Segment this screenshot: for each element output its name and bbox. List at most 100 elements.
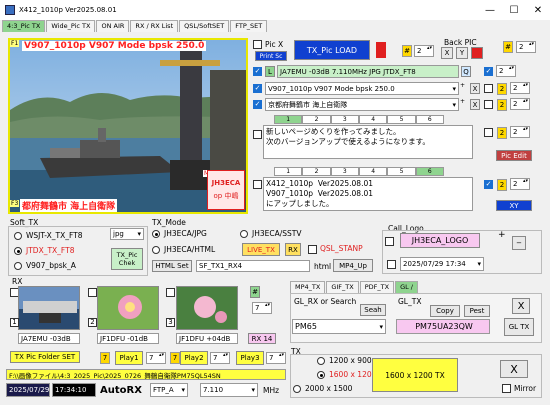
play1-spinner[interactable]: 7 xyxy=(146,352,166,364)
rx-thumb-3[interactable] xyxy=(176,286,238,330)
copy-button[interactable]: Copy xyxy=(430,305,460,317)
memo1-check-right[interactable] xyxy=(484,128,493,137)
tx-mode-radio-html[interactable] xyxy=(152,246,160,254)
tx-size-display-button[interactable]: 1600 x 1200 TX xyxy=(372,358,458,392)
line3-check-right[interactable] xyxy=(484,100,493,109)
rx-hash-button[interactable]: # xyxy=(250,286,260,298)
tx-pic-load-button[interactable]: TX_Pic LOAD xyxy=(294,40,370,60)
minimize-button[interactable]: — xyxy=(478,0,502,20)
memo1-textarea[interactable]: 新しいページめくりを作ってみました。 次のバージョンアップで使えるようになります… xyxy=(263,125,473,159)
rx14-button[interactable]: RX 14 xyxy=(248,333,276,344)
line2-x-button[interactable]: X xyxy=(470,83,480,94)
line3-select[interactable]: 京都府舞鶴市 海上自衛隊 xyxy=(265,98,459,111)
gl-tx-field[interactable]: PM75UA23QW xyxy=(396,319,490,334)
tab-ftp-set[interactable]: FTP_SET xyxy=(230,20,268,32)
maximize-button[interactable]: ☐ xyxy=(502,0,526,20)
play3-button[interactable]: Play3 xyxy=(236,351,264,365)
back-pic-spinner[interactable]: 2 xyxy=(414,45,434,57)
gl-rx-select[interactable]: PM65 xyxy=(292,319,386,334)
size-radio-1600[interactable] xyxy=(317,371,325,379)
line2-checkbox[interactable]: ✓ xyxy=(253,84,262,93)
rx-mode-button[interactable]: RX xyxy=(285,243,301,256)
back-pic-r-button[interactable]: R xyxy=(471,47,483,59)
line1-checkbox[interactable]: ✓ xyxy=(253,67,262,76)
line3-x-button[interactable]: X xyxy=(470,99,480,110)
line2-check-right[interactable] xyxy=(484,84,493,93)
html-file-input[interactable]: SF_TX1_RX4 xyxy=(196,260,310,272)
line2-spinner[interactable]: 2 xyxy=(510,82,530,94)
print-sc-button[interactable]: Print Sc xyxy=(255,51,287,61)
line1-check-right[interactable]: ✓ xyxy=(484,67,493,76)
mirror-checkbox[interactable] xyxy=(502,384,511,393)
memo1-checkbox[interactable] xyxy=(253,130,262,139)
pic-x-checkbox[interactable] xyxy=(253,40,262,49)
memo1-page-1[interactable]: 1 xyxy=(274,115,303,124)
memo2-page-4[interactable]: 4 xyxy=(358,167,388,176)
tx-pic-folder-set-button[interactable]: TX Pic Folder SET xyxy=(10,351,80,363)
line1-q-button[interactable]: Q xyxy=(461,66,471,77)
rx-thumb-1[interactable] xyxy=(18,286,80,330)
memo1-page-4[interactable]: 4 xyxy=(358,115,388,124)
html-set-button[interactable]: HTML Set xyxy=(152,260,192,272)
back-pic-y-button[interactable]: Y xyxy=(456,47,468,59)
call-logo-checkbox[interactable] xyxy=(385,237,394,246)
rx3-checkbox[interactable] xyxy=(166,288,175,297)
tab-gl[interactable]: GL / xyxy=(395,281,418,293)
tx-mode-radio-sstv[interactable] xyxy=(240,230,248,238)
tab-pdf-tx[interactable]: PDF_TX xyxy=(359,281,395,293)
tab-gif-tx[interactable]: GIF_TX xyxy=(326,281,359,293)
format-select[interactable]: jpg xyxy=(110,228,144,240)
freq-select[interactable]: 7.110 xyxy=(200,383,258,397)
soft-tx-radio-jtdx[interactable] xyxy=(14,247,22,255)
gl-close-button[interactable]: X xyxy=(512,298,530,314)
memo2-page-3[interactable]: 3 xyxy=(330,167,359,176)
qsl-stanp-checkbox[interactable] xyxy=(308,245,317,254)
close-button[interactable]: ✕ xyxy=(526,0,550,20)
play2-spinner[interactable]: 7 xyxy=(210,352,230,364)
tx-pic-chek-button[interactable]: TX_Pic Chek xyxy=(111,248,143,270)
memo1-page-2[interactable]: 2 xyxy=(302,115,331,124)
datetime-checkbox[interactable] xyxy=(387,260,396,269)
line3-spinner[interactable]: 2 xyxy=(510,98,530,110)
top-spinner[interactable]: 2 xyxy=(516,41,536,53)
tab-4-3-pic-tx[interactable]: 4:3_Pic TX xyxy=(2,20,46,32)
memo2-textarea[interactable]: X412_1010p Ver2025.08.01 V907_1010p Ver2… xyxy=(263,177,473,211)
memo1-page-6[interactable]: 6 xyxy=(415,115,444,124)
call-logo-button[interactable]: JH3ECA_LOGO xyxy=(400,233,480,248)
soft-tx-radio-v907[interactable] xyxy=(14,262,22,270)
line3-checkbox[interactable]: ✓ xyxy=(253,100,262,109)
tab-rx-list[interactable]: RX / RX List xyxy=(130,20,179,32)
live-tx-button[interactable]: LIVE_TX xyxy=(242,243,280,256)
tx-mode-radio-jpg[interactable] xyxy=(152,230,160,238)
xy-button[interactable]: XY xyxy=(496,200,532,211)
soft-tx-radio-wsjtx[interactable] xyxy=(14,232,22,240)
play3-spinner[interactable]: 7 xyxy=(266,352,286,364)
tx-preview[interactable]: F1 V907_1010p V907 Mode bpsk 250.0 F3 都府… xyxy=(8,38,248,214)
size-radio-1200[interactable] xyxy=(317,357,325,365)
tab-mp4-tx[interactable]: MP4_TX xyxy=(290,281,326,293)
line1-spinner[interactable]: 2 xyxy=(496,65,516,77)
memo2-page-5[interactable]: 5 xyxy=(387,167,416,176)
line1-tag[interactable]: L xyxy=(265,66,275,77)
tab-wide-pic-tx[interactable]: Wide_Pic TX xyxy=(46,20,96,32)
line2-select[interactable]: V907_1010p V907 Mode bpsk 250.0 xyxy=(265,82,459,95)
rx-thumb-2[interactable] xyxy=(97,286,159,330)
back-pic-x-button[interactable]: X xyxy=(441,47,453,59)
memo2-check-right[interactable]: ✓ xyxy=(484,180,493,189)
pic-edit-button[interactable]: Pic Edit xyxy=(496,150,532,161)
gl-tx-button[interactable]: GL TX xyxy=(504,318,534,336)
seah-button[interactable]: Seah xyxy=(360,304,386,316)
call-logo-minus-button[interactable]: − xyxy=(512,236,526,250)
memo1-page-3[interactable]: 3 xyxy=(330,115,359,124)
memo2-checkbox[interactable] xyxy=(253,180,262,189)
size-radio-2000[interactable] xyxy=(293,385,301,393)
memo2-page-6[interactable]: 6 xyxy=(415,167,444,176)
play1-button[interactable]: Play1 xyxy=(115,351,143,365)
line1-input[interactable]: JA7EMU -03dB 7.110MHz JPG JTDX_FT8 xyxy=(277,65,459,78)
call-logo-plus[interactable]: + xyxy=(498,230,506,240)
mp4-up-button[interactable]: MP4_Up xyxy=(333,259,373,272)
memo2-page-1[interactable]: 1 xyxy=(274,167,303,176)
tab-on-air[interactable]: ON AIR xyxy=(96,20,130,32)
ftp-select[interactable]: FTP_A xyxy=(150,383,188,397)
tab-qsl-softset[interactable]: QSL/SoftSET xyxy=(179,20,230,32)
